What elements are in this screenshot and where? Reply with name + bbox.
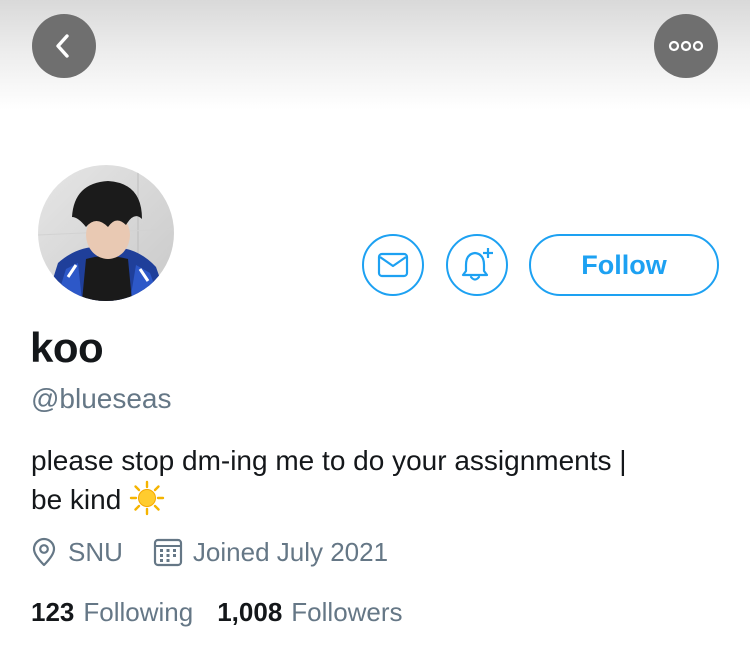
followers-label: Followers bbox=[291, 596, 403, 627]
notifications-button[interactable] bbox=[446, 234, 508, 296]
following-link[interactable]: 123 Following bbox=[31, 597, 193, 628]
location-text: SNU bbox=[68, 536, 123, 567]
avatar[interactable] bbox=[38, 165, 174, 301]
followers-count: 1,008 bbox=[217, 596, 283, 627]
user-handle: @blueseas bbox=[31, 383, 172, 414]
follow-button[interactable]: Follow bbox=[529, 234, 719, 296]
following-label: Following bbox=[83, 596, 194, 627]
more-horizontal-icon bbox=[668, 40, 704, 52]
chevron-left-icon bbox=[56, 34, 69, 58]
following-count: 123 bbox=[31, 596, 75, 627]
location-pin-icon bbox=[32, 537, 56, 567]
message-button[interactable] bbox=[362, 234, 424, 296]
profile-bio: please stop dm-ing me to do your assignm… bbox=[31, 441, 721, 519]
header-backdrop bbox=[0, 0, 750, 110]
profile-meta: SNU Joined July 2021 bbox=[30, 532, 388, 572]
location-item: SNU bbox=[30, 537, 123, 568]
envelope-icon bbox=[377, 252, 409, 278]
bio-line-1: please stop dm-ing me to do your assignm… bbox=[31, 445, 627, 476]
sun-icon bbox=[130, 480, 165, 516]
followers-link[interactable]: 1,008 Followers bbox=[217, 597, 402, 628]
joined-item: Joined July 2021 bbox=[153, 537, 388, 568]
calendar-icon bbox=[153, 538, 183, 567]
follow-stats: 123 Following 1,008 Followers bbox=[31, 594, 403, 630]
back-button[interactable] bbox=[32, 14, 96, 78]
display-name: koo bbox=[30, 324, 104, 371]
bio-line-2-text: be kind bbox=[31, 484, 122, 515]
bio-line-2: be kind bbox=[31, 480, 721, 519]
bell-plus-icon bbox=[461, 248, 493, 281]
joined-text: Joined July 2021 bbox=[192, 536, 389, 567]
more-options-button[interactable] bbox=[654, 14, 718, 78]
avatar-photo bbox=[38, 165, 174, 301]
